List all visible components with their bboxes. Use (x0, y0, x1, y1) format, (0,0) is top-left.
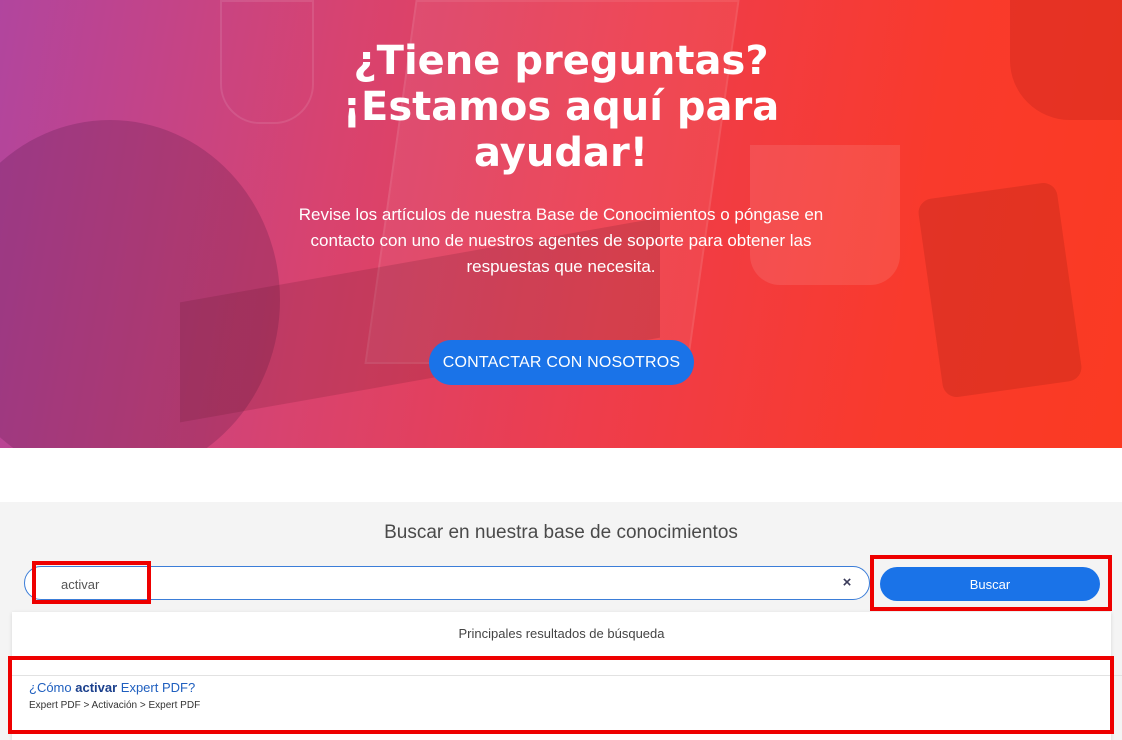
hero-banner: ¿Tiene preguntas? ¡Estamos aquí para ayu… (0, 0, 1122, 448)
hero-title-line: ayudar! (474, 130, 648, 176)
search-results-dropdown: Principales resultados de búsqueda ¿Cómo… (12, 612, 1122, 740)
result-title-prefix: ¿Cómo (29, 680, 76, 695)
result-title-match: activar (75, 680, 118, 695)
hero-title: ¿Tiene preguntas? ¡Estamos aquí para ayu… (0, 38, 1122, 176)
search-box: × (24, 566, 870, 600)
hero-title-line: ¿Tiene preguntas? (353, 38, 769, 84)
search-result-item[interactable]: ¿Cómo activar Expert PDF? Expert PDF > A… (12, 676, 1111, 740)
result-title-suffix: Expert PDF? (117, 680, 196, 695)
contact-us-button[interactable]: CONTACTAR CON NOSOTROS (429, 340, 694, 385)
search-result-breadcrumb: Expert PDF > Activación > Expert PDF (29, 700, 201, 711)
results-header: Principales resultados de búsqueda (458, 626, 665, 641)
search-input[interactable] (59, 571, 803, 597)
search-button[interactable]: Buscar (880, 567, 1100, 601)
search-heading: Buscar en nuestra base de conocimientos (384, 522, 738, 543)
hero-title-line: ¡Estamos aquí para (342, 84, 780, 130)
clear-search-icon[interactable]: × (837, 573, 857, 593)
hero-background-shape (916, 181, 1084, 399)
search-result-title-link[interactable]: ¿Cómo activar Expert PDF? (29, 680, 195, 695)
hero-description: Revise los artículos de nuestra Base de … (298, 205, 824, 276)
